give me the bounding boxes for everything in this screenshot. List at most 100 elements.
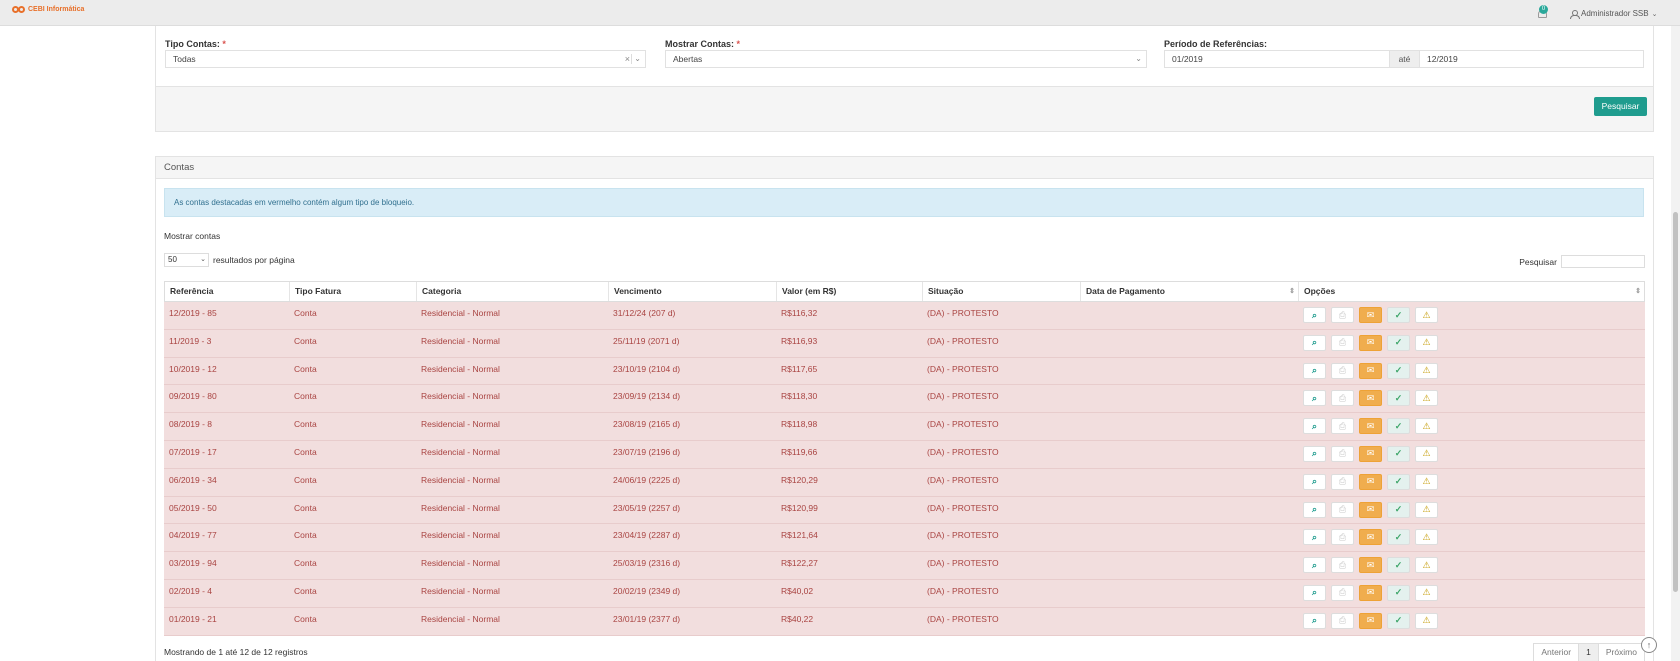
warning-button[interactable]: ⚠ bbox=[1415, 307, 1438, 323]
warning-button[interactable]: ⚠ bbox=[1415, 390, 1438, 407]
user-menu[interactable]: Administrador SSB ⌄ bbox=[1570, 9, 1657, 19]
view-button[interactable]: ⌕ bbox=[1303, 501, 1326, 518]
view-button[interactable]: ⌕ bbox=[1303, 584, 1326, 601]
table-row[interactable]: 01/2019 - 21 Conta Residencial - Normal 23/… bbox=[164, 607, 1645, 636]
print-button[interactable]: ⎙ bbox=[1331, 529, 1354, 546]
column-header-referencia[interactable]: Referência bbox=[164, 282, 289, 301]
pagination-page[interactable]: 1 bbox=[1578, 643, 1599, 661]
column-header-valor[interactable]: Valor (em R$) bbox=[776, 282, 922, 301]
pay-button[interactable]: ✓ bbox=[1387, 445, 1410, 462]
column-header-opcoes[interactable]: Opções ⇕ bbox=[1298, 282, 1645, 301]
email-button[interactable]: ✉ bbox=[1359, 473, 1382, 490]
tipo-contas-select[interactable]: Todas × ⌄ bbox=[165, 50, 646, 68]
table-row[interactable]: 07/2019 - 17 Conta Residencial - Normal 23/… bbox=[164, 440, 1645, 469]
warning-button[interactable]: ⚠ bbox=[1415, 473, 1438, 490]
view-button[interactable]: ⌕ bbox=[1303, 362, 1326, 379]
notifications-button[interactable]: 0 bbox=[1535, 5, 1551, 21]
pay-button[interactable]: ✓ bbox=[1387, 334, 1410, 351]
pay-button[interactable]: ✓ bbox=[1387, 584, 1410, 601]
pagination-next[interactable]: Próximo bbox=[1597, 643, 1645, 661]
view-button[interactable]: ⌕ bbox=[1303, 418, 1326, 435]
email-button[interactable]: ✉ bbox=[1359, 445, 1382, 462]
brand[interactable]: CEBI Informática bbox=[12, 2, 84, 16]
email-button[interactable]: ✉ bbox=[1359, 334, 1382, 351]
email-button[interactable]: ✉ bbox=[1359, 529, 1382, 546]
view-button[interactable]: ⌕ bbox=[1303, 612, 1326, 629]
print-button[interactable]: ⎙ bbox=[1331, 501, 1354, 518]
warning-button[interactable]: ⚠ bbox=[1415, 557, 1438, 574]
pay-button[interactable]: ✓ bbox=[1387, 307, 1410, 323]
periodo-to-input[interactable]: 12/2019 bbox=[1419, 50, 1644, 68]
column-header-situacao[interactable]: Situação bbox=[922, 282, 1080, 301]
page-length-select[interactable]: 50 ⌄ bbox=[164, 253, 209, 267]
search-button[interactable]: Pesquisar bbox=[1594, 97, 1647, 116]
print-button[interactable]: ⎙ bbox=[1331, 584, 1354, 601]
pay-button[interactable]: ✓ bbox=[1387, 418, 1410, 435]
table-row[interactable]: 04/2019 - 77 Conta Residencial - Normal 23/… bbox=[164, 524, 1645, 553]
view-button[interactable]: ⌕ bbox=[1303, 334, 1326, 351]
warning-button[interactable]: ⚠ bbox=[1415, 334, 1438, 351]
table-row[interactable]: 10/2019 - 12 Conta Residencial - Normal 23/… bbox=[164, 357, 1645, 386]
column-header-categoria[interactable]: Categoria bbox=[416, 282, 608, 301]
scrollbar-thumb[interactable] bbox=[1673, 212, 1678, 592]
chevron-down-icon[interactable]: ⌄ bbox=[1135, 51, 1142, 67]
table-row[interactable]: 08/2019 - 8 Conta Residencial - Normal 23/0… bbox=[164, 413, 1645, 441]
print-button[interactable]: ⎙ bbox=[1331, 473, 1354, 490]
warning-button[interactable]: ⚠ bbox=[1415, 501, 1438, 518]
pay-button[interactable]: ✓ bbox=[1387, 529, 1410, 546]
print-button[interactable]: ⎙ bbox=[1331, 334, 1354, 351]
clear-icon[interactable]: × bbox=[625, 51, 630, 67]
table-search-input[interactable] bbox=[1561, 255, 1645, 268]
warning-button[interactable]: ⚠ bbox=[1415, 529, 1438, 546]
table-row[interactable]: 05/2019 - 50 Conta Residencial - Normal 23/… bbox=[164, 496, 1645, 525]
table-row[interactable]: 12/2019 - 85 Conta Residencial - Normal 31/… bbox=[164, 302, 1645, 330]
print-button[interactable]: ⎙ bbox=[1331, 612, 1354, 629]
email-button[interactable]: ✉ bbox=[1359, 557, 1382, 574]
print-button[interactable]: ⎙ bbox=[1331, 445, 1354, 462]
scroll-to-top-button[interactable]: ↑ bbox=[1641, 637, 1657, 653]
view-button[interactable]: ⌕ bbox=[1303, 445, 1326, 462]
print-button[interactable]: ⎙ bbox=[1331, 557, 1354, 574]
mostrar-contas-select[interactable]: Abertas ⌄ bbox=[665, 50, 1147, 68]
warning-button[interactable]: ⚠ bbox=[1415, 445, 1438, 462]
email-button[interactable]: ✉ bbox=[1359, 584, 1382, 601]
warning-button[interactable]: ⚠ bbox=[1415, 362, 1438, 379]
warning-button[interactable]: ⚠ bbox=[1415, 418, 1438, 435]
email-button[interactable]: ✉ bbox=[1359, 307, 1382, 323]
print-button[interactable]: ⎙ bbox=[1331, 307, 1354, 323]
email-button[interactable]: ✉ bbox=[1359, 390, 1382, 407]
pay-button[interactable]: ✓ bbox=[1387, 612, 1410, 629]
view-button[interactable]: ⌕ bbox=[1303, 473, 1326, 490]
pay-button[interactable]: ✓ bbox=[1387, 473, 1410, 490]
page-scrollbar[interactable] bbox=[1671, 26, 1680, 661]
print-button[interactable]: ⎙ bbox=[1331, 418, 1354, 435]
pay-button[interactable]: ✓ bbox=[1387, 362, 1410, 379]
column-header-tipo-fatura[interactable]: Tipo Fatura bbox=[289, 282, 416, 301]
print-button[interactable]: ⎙ bbox=[1331, 362, 1354, 379]
table-row[interactable]: 11/2019 - 3 Conta Residencial - Normal 25/1… bbox=[164, 329, 1645, 358]
table-row[interactable]: 06/2019 - 34 Conta Residencial - Normal 24/… bbox=[164, 468, 1645, 497]
view-button[interactable]: ⌕ bbox=[1303, 557, 1326, 574]
column-header-data-pagamento[interactable]: Data de Pagamento ⇕ bbox=[1080, 282, 1298, 301]
print-icon: ⎙ bbox=[1338, 337, 1347, 348]
column-header-vencimento[interactable]: Vencimento bbox=[608, 282, 776, 301]
table-row[interactable]: 09/2019 - 80 Conta Residencial - Normal 23/… bbox=[164, 385, 1645, 414]
periodo-from-input[interactable]: 01/2019 bbox=[1164, 50, 1390, 68]
warning-button[interactable]: ⚠ bbox=[1415, 612, 1438, 629]
warning-button[interactable]: ⚠ bbox=[1415, 584, 1438, 601]
view-button[interactable]: ⌕ bbox=[1303, 529, 1326, 546]
email-button[interactable]: ✉ bbox=[1359, 418, 1382, 435]
pagination-previous[interactable]: Anterior bbox=[1533, 643, 1580, 661]
chevron-down-icon[interactable]: ⌄ bbox=[634, 51, 641, 67]
view-button[interactable]: ⌕ bbox=[1303, 307, 1326, 323]
pay-button[interactable]: ✓ bbox=[1387, 557, 1410, 574]
email-button[interactable]: ✉ bbox=[1359, 362, 1382, 379]
email-button[interactable]: ✉ bbox=[1359, 612, 1382, 629]
pay-button[interactable]: ✓ bbox=[1387, 501, 1410, 518]
table-row[interactable]: 02/2019 - 4 Conta Residencial - Normal 20/0… bbox=[164, 579, 1645, 608]
email-button[interactable]: ✉ bbox=[1359, 501, 1382, 518]
pay-button[interactable]: ✓ bbox=[1387, 390, 1410, 407]
print-button[interactable]: ⎙ bbox=[1331, 390, 1354, 407]
view-button[interactable]: ⌕ bbox=[1303, 390, 1326, 407]
table-row[interactable]: 03/2019 - 94 Conta Residencial - Normal 25/… bbox=[164, 552, 1645, 580]
